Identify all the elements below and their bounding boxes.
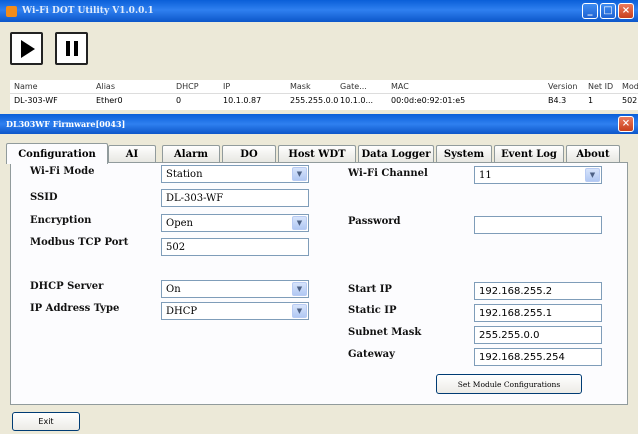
table-row[interactable]: DL-303-WF Ether0 0 10.1.0.87 255.255.0.0… (10, 94, 638, 108)
wifi-channel-value: 11 (479, 169, 492, 181)
cell-mod: 502 (622, 96, 638, 105)
col-dhcp[interactable]: DHCP (176, 82, 199, 91)
chevron-down-icon: ▼ (292, 216, 307, 230)
col-name[interactable]: Name (14, 82, 38, 91)
toolbar (0, 22, 638, 72)
start-ip-label: Start IP (348, 284, 392, 295)
module-list-header: Name Alias DHCP IP Mask Gate... MAC Vers… (10, 80, 638, 94)
tab-do[interactable]: DO (222, 145, 276, 163)
wifi-mode-value: Station (166, 168, 203, 180)
tab-about[interactable]: About (566, 145, 620, 163)
modbus-port-input[interactable]: 502 (161, 238, 309, 256)
dhcp-server-value: On (166, 283, 181, 295)
cell-gateway: 10.1.0... (340, 96, 374, 105)
encryption-select[interactable]: Open ▼ (161, 214, 309, 232)
cell-mask: 255.255.0.0 (290, 96, 339, 105)
col-ip[interactable]: IP (223, 82, 230, 91)
module-list[interactable]: Name Alias DHCP IP Mask Gate... MAC Vers… (10, 80, 638, 110)
close-button[interactable]: × (618, 3, 634, 19)
maximize-button[interactable]: □ (600, 3, 616, 19)
cell-name: DL-303-WF (14, 96, 58, 105)
cell-dhcp: 0 (176, 96, 182, 105)
ip-type-value: DHCP (166, 305, 198, 317)
window-titlebar: Wi-Fi DOT Utility V1.0.0.1 _ □ × (0, 0, 638, 22)
dhcp-server-label: DHCP Server (30, 281, 104, 292)
ip-type-select[interactable]: DHCP ▼ (161, 302, 309, 320)
cell-version: B4.3 (548, 96, 567, 105)
subnet-mask-input[interactable]: 255.255.0.0 (474, 326, 602, 344)
col-mask[interactable]: Mask (290, 82, 311, 91)
subnet-mask-label: Subnet Mask (348, 327, 422, 338)
start-button[interactable] (10, 32, 43, 65)
tab-event-log[interactable]: Event Log (494, 145, 564, 163)
chevron-down-icon: ▼ (292, 167, 307, 181)
password-input[interactable] (474, 216, 602, 234)
dialog-titlebar: DL303WF Firmware[0043] × (0, 114, 638, 134)
set-module-config-button[interactable]: Set Module Configurations (436, 374, 582, 394)
ssid-label: SSID (30, 192, 58, 203)
col-mod[interactable]: Mod (622, 82, 638, 91)
tab-strip: Configuration AI Alarm DO Host WDT Data … (6, 143, 628, 164)
dhcp-server-select[interactable]: On ▼ (161, 280, 309, 298)
encryption-value: Open (166, 217, 193, 229)
cell-netid: 1 (588, 96, 594, 105)
chevron-down-icon: ▼ (585, 168, 600, 182)
col-gateway[interactable]: Gate... (340, 82, 367, 91)
dialog-close-button[interactable]: × (618, 116, 634, 132)
tab-system[interactable]: System (436, 145, 492, 163)
window-title: Wi-Fi DOT Utility V1.0.0.1 (22, 6, 154, 16)
ssid-input[interactable]: DL-303-WF (161, 189, 309, 207)
encryption-label: Encryption (30, 215, 92, 226)
password-label: Password (348, 216, 401, 227)
app-icon (6, 5, 17, 17)
wifi-mode-label: Wi-Fi Mode (30, 166, 95, 177)
cell-mac: 00:0d:e0:92:01:e5 (391, 96, 466, 105)
col-mac[interactable]: MAC (391, 82, 409, 91)
tab-ai[interactable]: AI (108, 145, 156, 163)
dialog-title: DL303WF Firmware[0043] (6, 119, 126, 129)
col-version[interactable]: Version (548, 82, 577, 91)
pause-icon (65, 41, 78, 56)
wifi-mode-select[interactable]: Station ▼ (161, 165, 309, 183)
pause-button[interactable] (55, 32, 88, 65)
gateway-input[interactable]: 192.168.255.254 (474, 348, 602, 366)
tab-host-wdt[interactable]: Host WDT (278, 145, 356, 163)
col-alias[interactable]: Alias (96, 82, 115, 91)
modbus-port-label: Modbus TCP Port (30, 237, 129, 248)
cell-ip: 10.1.0.87 (223, 96, 262, 105)
static-ip-label: Static IP (348, 305, 397, 316)
ip-type-label: IP Address Type (30, 303, 120, 314)
chevron-down-icon: ▼ (292, 282, 307, 296)
exit-button[interactable]: Exit (12, 412, 80, 431)
tab-configuration[interactable]: Configuration (6, 143, 108, 164)
minimize-button[interactable]: _ (582, 3, 598, 19)
chevron-down-icon: ▼ (292, 304, 307, 318)
wifi-channel-select[interactable]: 11 ▼ (474, 166, 602, 184)
tab-data-logger[interactable]: Data Logger (358, 145, 434, 163)
gateway-label: Gateway (348, 349, 395, 360)
static-ip-input[interactable]: 192.168.255.1 (474, 304, 602, 322)
col-netid[interactable]: Net ID (588, 82, 613, 91)
tab-alarm[interactable]: Alarm (162, 145, 220, 163)
wifi-channel-label: Wi-Fi Channel (348, 168, 428, 179)
window-controls: _ □ × (582, 3, 634, 19)
start-ip-input[interactable]: 192.168.255.2 (474, 282, 602, 300)
play-icon (21, 39, 35, 58)
cell-alias: Ether0 (96, 96, 123, 105)
